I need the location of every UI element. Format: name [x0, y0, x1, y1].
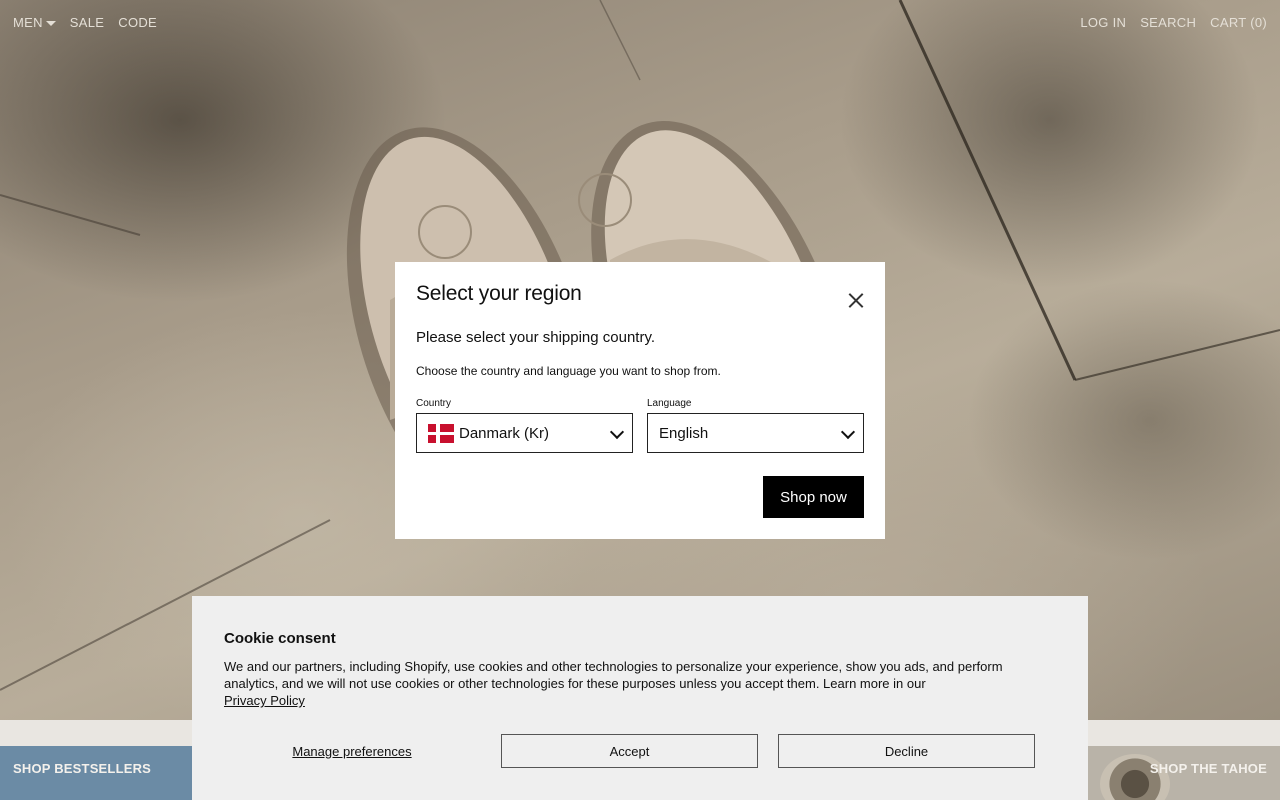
- country-value: Danmark (Kr): [459, 424, 550, 442]
- modal-subtitle: Please select your shipping country.: [416, 329, 656, 346]
- region-modal: Select your region Please select your sh…: [395, 262, 885, 539]
- nav-code[interactable]: CODE: [118, 15, 157, 30]
- language-label: Language: [647, 398, 692, 409]
- accept-button[interactable]: Accept: [501, 734, 758, 768]
- privacy-policy-link[interactable]: Privacy Policy: [224, 693, 305, 708]
- nav-men[interactable]: MEN: [13, 15, 56, 30]
- nav-cart[interactable]: CART (0): [1210, 15, 1267, 30]
- cookie-banner: Cookie consent We and our partners, incl…: [192, 596, 1088, 800]
- chevron-down-icon: [840, 424, 856, 440]
- account-nav: LOG IN SEARCH CART (0): [1080, 15, 1280, 30]
- decline-button[interactable]: Decline: [778, 734, 1035, 768]
- close-icon[interactable]: [846, 290, 866, 310]
- country-select[interactable]: Danmark (Kr): [416, 413, 633, 453]
- nav-search[interactable]: SEARCH: [1140, 15, 1196, 30]
- country-field: Country Danmark (Kr): [416, 398, 633, 453]
- cookie-body: We and our partners, including Shopify, …: [224, 659, 1003, 691]
- country-label: Country: [416, 398, 452, 409]
- language-value: English: [659, 424, 709, 442]
- main-nav: MEN SALE CODE: [13, 15, 171, 30]
- shop-now-button[interactable]: Shop now: [763, 476, 864, 518]
- shop-bestsellers-link[interactable]: SHOP BESTSELLERS: [13, 761, 151, 776]
- shop-tahoe-link[interactable]: SHOP THE TAHOE: [1150, 761, 1267, 776]
- nav-sale[interactable]: SALE: [70, 15, 104, 30]
- modal-title: Select your region: [416, 282, 582, 305]
- nav-men-label: MEN: [13, 15, 43, 30]
- language-field: Language English: [647, 398, 864, 453]
- modal-description: Choose the country and language you want…: [416, 364, 721, 378]
- cookie-text: We and our partners, including Shopify, …: [224, 658, 1044, 709]
- denmark-flag-icon: [428, 423, 454, 443]
- language-select[interactable]: English: [647, 413, 864, 453]
- nav-login[interactable]: LOG IN: [1080, 15, 1126, 30]
- region-fields: Country Danmark (Kr) Language English: [416, 398, 864, 453]
- caret-down-icon: [45, 21, 56, 27]
- cookie-title: Cookie consent: [224, 630, 336, 647]
- chevron-down-icon: [609, 424, 625, 440]
- cookie-actions: Manage preferences Accept Decline: [224, 734, 1035, 768]
- manage-preferences-link[interactable]: Manage preferences: [224, 744, 480, 759]
